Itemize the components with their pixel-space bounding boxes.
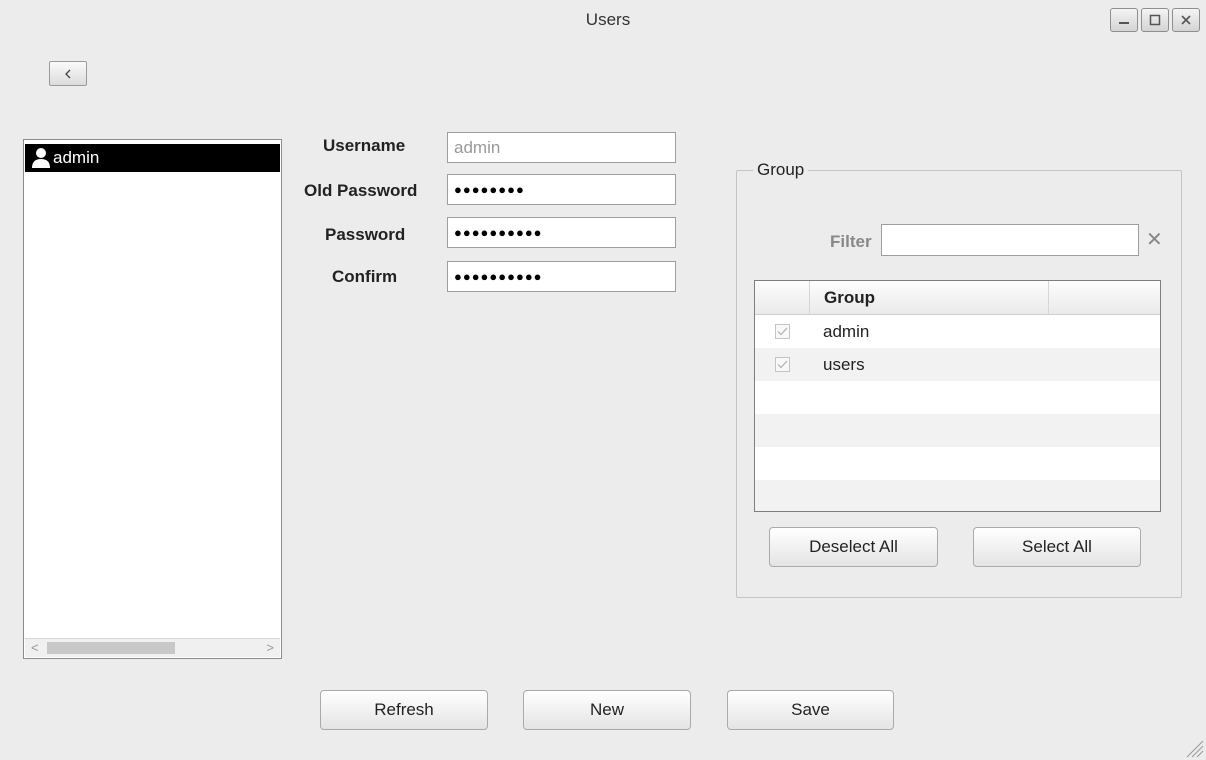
group-column-header[interactable]: Group (810, 281, 1049, 314)
table-row[interactable]: users (755, 348, 1160, 381)
back-button[interactable] (49, 61, 87, 86)
horizontal-scrollbar[interactable]: < > (25, 638, 280, 657)
empty-table-row (755, 414, 1160, 447)
empty-table-row (755, 381, 1160, 414)
window-title: Users (585, 10, 631, 29)
empty-table-row (755, 480, 1160, 511)
chevron-left-icon (65, 69, 71, 78)
maximize-button[interactable] (1141, 8, 1169, 32)
user-name: admin (53, 148, 100, 167)
clear-filter-icon[interactable]: ✕ (1146, 230, 1163, 250)
confirm-field[interactable]: ●●●●●●●●●● (447, 261, 676, 292)
close-icon (1181, 15, 1191, 25)
group-checkbox[interactable] (774, 324, 790, 339)
filter-input[interactable] (881, 224, 1139, 256)
password-value: ●●●●●●●●●● (454, 225, 543, 240)
select-all-button[interactable]: Select All (973, 527, 1141, 567)
username-field[interactable] (447, 132, 676, 163)
confirm-label: Confirm (332, 267, 398, 286)
old-password-field[interactable]: ●●●●●●●● (447, 174, 676, 205)
checkbox-column-header[interactable] (755, 281, 810, 314)
group-table-header: Group (755, 281, 1160, 315)
group-panel-legend: Group (753, 160, 809, 180)
deselect-all-button[interactable]: Deselect All (769, 527, 938, 567)
old-password-label: Old Password (304, 181, 418, 200)
new-button[interactable]: New (523, 690, 691, 730)
minimize-icon (1119, 22, 1129, 24)
maximize-icon (1149, 14, 1161, 26)
user-icon (32, 148, 50, 168)
minimize-button[interactable] (1110, 8, 1138, 32)
empty-table-row (755, 447, 1160, 480)
window-controls (1110, 8, 1200, 32)
group-name: users (823, 354, 865, 374)
password-field[interactable]: ●●●●●●●●●● (447, 217, 676, 248)
filter-label: Filter (830, 232, 872, 251)
password-label: Password (325, 225, 406, 244)
refresh-button[interactable]: Refresh (320, 690, 488, 730)
table-row[interactable]: admin (755, 315, 1160, 348)
group-table[interactable]: Group admin users (754, 280, 1161, 512)
close-button[interactable] (1172, 8, 1200, 32)
user-list[interactable]: admin < > (23, 139, 282, 659)
scroll-right-icon[interactable]: > (266, 640, 274, 655)
resize-grip-icon[interactable] (1182, 736, 1204, 758)
old-password-value: ●●●●●●●● (454, 182, 525, 197)
group-checkbox[interactable] (774, 357, 790, 372)
username-label: Username (323, 136, 406, 155)
checkmark-icon (777, 360, 787, 369)
scroll-left-icon[interactable]: < (31, 640, 39, 655)
save-button[interactable]: Save (727, 690, 894, 730)
group-name: admin (823, 321, 870, 341)
checkmark-icon (777, 327, 787, 336)
scrollbar-thumb[interactable] (47, 642, 175, 654)
confirm-value: ●●●●●●●●●● (454, 269, 543, 284)
user-list-item[interactable]: admin (25, 144, 280, 172)
